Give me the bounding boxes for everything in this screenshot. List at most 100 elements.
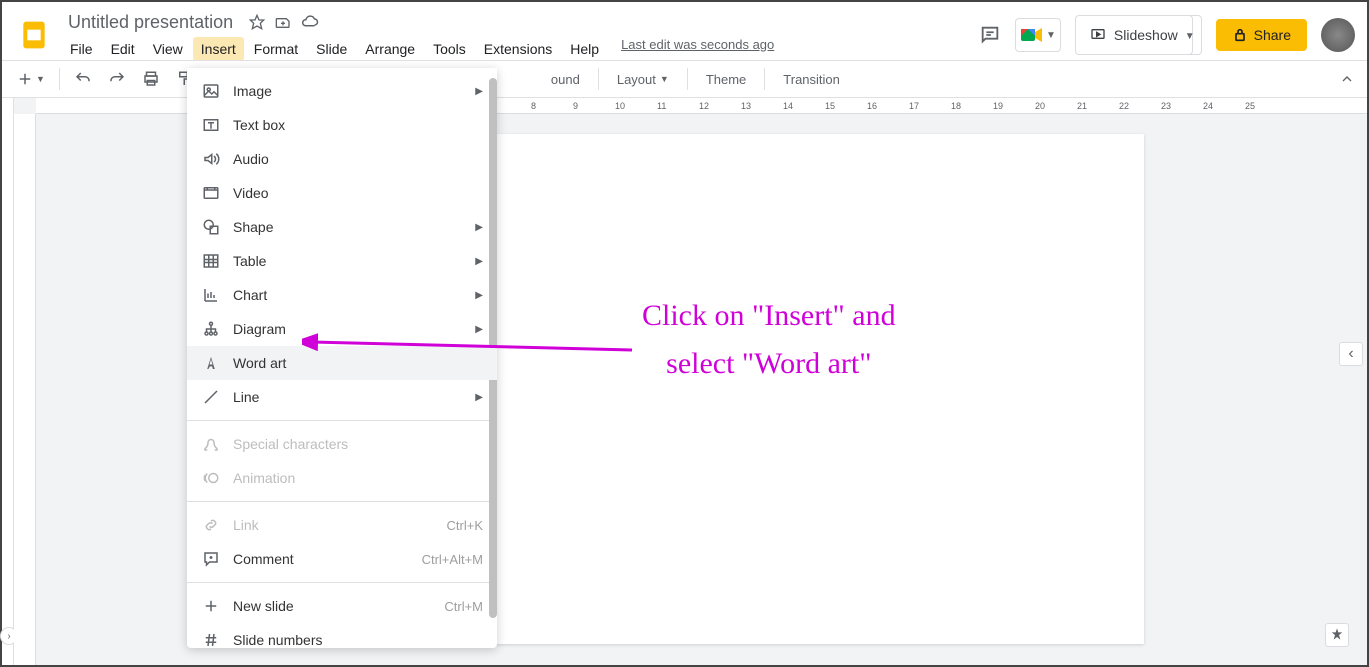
menu-tools[interactable]: Tools [425,37,474,61]
slides-logo[interactable] [14,15,54,55]
shortcut: Ctrl+Alt+M [422,552,483,567]
menu-insert[interactable]: Insert [193,37,244,61]
submenu-arrow-icon: ▶ [475,290,483,301]
undo-button[interactable] [68,66,98,92]
redo-button[interactable] [102,66,132,92]
menu-item-label: Line [233,389,475,405]
user-avatar[interactable] [1321,18,1355,52]
separator [59,68,60,90]
insert-animation: Animation [187,461,497,495]
collapse-toolbar-icon[interactable] [1339,71,1355,87]
menu-item-label: Comment [233,551,422,567]
insert-slide-numbers[interactable]: Slide numbers [187,623,497,648]
omega-icon [201,434,221,454]
menu-item-label: Chart [233,287,475,303]
menu-item-label: Table [233,253,475,269]
comments-history-icon[interactable] [979,24,1001,46]
insert-line[interactable]: Line▶ [187,380,497,414]
cloud-icon[interactable] [301,13,319,31]
submenu-arrow-icon: ▶ [475,392,483,403]
insert-text-box[interactable]: Text box [187,108,497,142]
background-button[interactable]: ound [541,68,590,91]
insert-special-characters: Special characters [187,427,497,461]
menu-help[interactable]: Help [562,37,607,61]
annotation-arrow [302,332,642,362]
link-icon [201,515,221,535]
menu-item-label: Video [233,185,483,201]
meet-button[interactable]: ▼ [1015,18,1061,52]
separator [187,501,497,502]
edit-status[interactable]: Last edit was seconds ago [621,37,774,61]
menu-file[interactable]: File [62,37,101,61]
explore-button[interactable] [1325,623,1349,647]
insert-image[interactable]: Image▶ [187,74,497,108]
thumbnail-panel: › [2,98,14,665]
menu-arrange[interactable]: Arrange [357,37,423,61]
star-icon[interactable] [249,14,265,30]
video-icon [201,183,221,203]
menu-item-label: Animation [233,470,483,486]
menu-item-label: Image [233,83,475,99]
menu-item-label: Shape [233,219,475,235]
move-icon[interactable] [275,14,291,30]
separator [187,582,497,583]
insert-shape[interactable]: Shape▶ [187,210,497,244]
insert-video[interactable]: Video [187,176,497,210]
right-sidebar: ‹ [1339,342,1363,366]
document-title[interactable]: Untitled presentation [62,10,239,35]
menu-extensions[interactable]: Extensions [476,37,560,61]
insert-table[interactable]: Table▶ [187,244,497,278]
image-icon [201,81,221,101]
line-icon [201,387,221,407]
submenu-arrow-icon: ▶ [475,86,483,97]
diagram-icon [201,319,221,339]
menu-item-label: Link [233,517,447,533]
menu-slide[interactable]: Slide [308,37,355,61]
comment-icon [201,549,221,569]
slideshow-label: Slideshow [1114,27,1178,43]
menubar: File Edit View Insert Format Slide Arran… [62,37,979,61]
shape-icon [201,217,221,237]
textbox-icon [201,115,221,135]
separator [187,420,497,421]
slideshow-button[interactable]: Slideshow [1075,15,1193,55]
insert-link: LinkCtrl+K [187,508,497,542]
title-area: Untitled presentation File Edit View Ins… [62,10,979,61]
share-label: Share [1254,27,1291,43]
insert-chart[interactable]: Chart▶ [187,278,497,312]
submenu-arrow-icon: ▶ [475,222,483,233]
separator [764,68,765,90]
table-icon [201,251,221,271]
share-button[interactable]: Share [1216,19,1307,51]
wordart-icon [201,353,221,373]
menu-item-label: Slide numbers [233,632,483,648]
menu-item-label: Special characters [233,436,483,452]
theme-button[interactable]: Theme [696,68,756,91]
print-button[interactable] [136,66,166,92]
audio-icon [201,149,221,169]
insert-new-slide[interactable]: New slideCtrl+M [187,589,497,623]
chart-icon [201,285,221,305]
separator [598,68,599,90]
insert-audio[interactable]: Audio [187,142,497,176]
menu-view[interactable]: View [145,37,191,61]
show-side-panel-icon[interactable]: ‹ [1339,342,1363,366]
shortcut: Ctrl+M [444,599,483,614]
layout-button[interactable]: Layout▼ [607,68,679,91]
header-actions: ▼ Slideshow ▼ Share [979,15,1355,55]
menu-edit[interactable]: Edit [103,37,143,61]
plus-icon [201,596,221,616]
menu-format[interactable]: Format [246,37,306,61]
submenu-arrow-icon: ▶ [475,256,483,267]
shortcut: Ctrl+K [447,518,483,533]
slideshow-caret[interactable]: ▼ [1179,15,1202,55]
header: Untitled presentation File Edit View Ins… [2,2,1367,60]
annotation-text: Click on "Insert" andselect "Word art" [642,292,896,388]
ruler-vertical [14,114,36,665]
separator [687,68,688,90]
insert-comment[interactable]: CommentCtrl+Alt+M [187,542,497,576]
transition-button[interactable]: Transition [773,68,850,91]
new-slide-button[interactable]: ▼ [10,66,51,92]
menu-item-label: Text box [233,117,483,133]
menu-item-label: New slide [233,598,444,614]
